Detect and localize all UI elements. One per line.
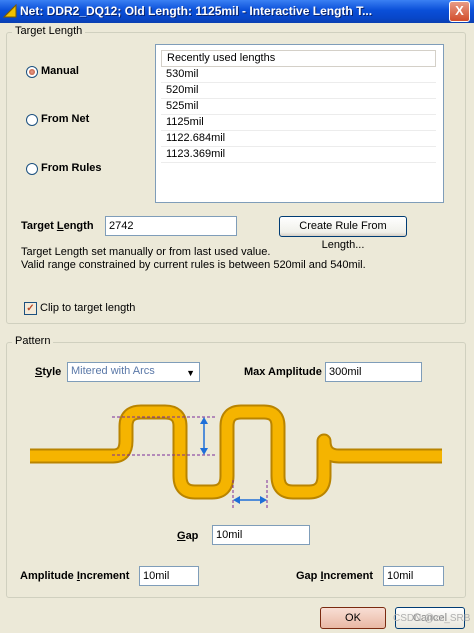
list-item[interactable]: 1123.369mil [161,147,436,163]
gap-increment-label: Gap Increment [296,570,374,582]
style-select-value: Mitered with Arcs [71,365,155,377]
list-item[interactable]: 525mil [161,99,436,115]
check-icon: ✓ [26,303,35,314]
amplitude-arrowhead-bottom [200,448,208,455]
pattern-preview-diagram [30,404,442,508]
trace-fill [30,406,442,498]
recent-lengths-header: Recently used lengths [161,50,436,67]
window-title: Net: DDR2_DQ12; Old Length: 1125mil - In… [20,4,373,18]
amplitude-increment-label: Amplitude Increment [20,570,130,582]
pattern-legend: Pattern [12,335,54,347]
gap-arrowhead-right [260,496,267,504]
from-rules-radio-label[interactable]: From Rules [41,162,102,174]
close-icon: X [455,3,464,18]
amplitude-increment-input[interactable]: 10mil [139,566,199,586]
list-item[interactable]: 530mil [161,67,436,83]
create-rule-from-length-button[interactable]: Create Rule From Length... [279,216,407,251]
watermark: CSDN @zz_SRB [393,613,471,624]
gap-arrowhead-left [233,496,240,504]
max-amplitude-label: Max Amplitude [244,366,322,378]
from-net-radio-label[interactable]: From Net [41,113,89,125]
style-select[interactable]: Mitered with Arcs ▼ [67,362,200,382]
gap-input[interactable]: 10mil [212,525,310,545]
from-rules-radio[interactable] [26,163,38,175]
style-label: Style [35,366,62,378]
clip-to-target-label[interactable]: Clip to target length [40,302,135,314]
gap-increment-input[interactable]: 10mil [383,566,444,586]
target-length-label: Target Length [21,220,94,232]
ok-button[interactable]: OK [320,607,386,629]
list-item[interactable]: 1125mil [161,115,436,131]
title-bar: Net: DDR2_DQ12; Old Length: 1125mil - In… [0,0,474,23]
recent-lengths-list[interactable]: Recently used lengths 530mil 520mil 525m… [155,44,444,203]
clip-to-target-checkbox[interactable]: ✓ [24,302,37,315]
info-text-line1: Target Length set manually or from last … [21,246,271,258]
manual-radio[interactable] [26,66,38,78]
target-length-legend: Target Length [12,25,86,37]
close-button[interactable]: X [449,1,470,22]
target-length-input[interactable]: 2742 [105,216,237,236]
amplitude-arrowhead-top [200,417,208,424]
list-item[interactable]: 520mil [161,83,436,99]
window-icon [3,4,17,18]
max-amplitude-input[interactable]: 300mil [325,362,422,382]
dropdown-arrow-icon[interactable]: ▼ [186,368,195,378]
gap-label: Gap [177,530,199,542]
manual-radio-label[interactable]: Manual [41,65,79,77]
info-text-line2: Valid range constrained by current rules… [21,259,366,271]
list-item[interactable]: 1122.684mil [161,131,436,147]
from-net-radio[interactable] [26,114,38,126]
